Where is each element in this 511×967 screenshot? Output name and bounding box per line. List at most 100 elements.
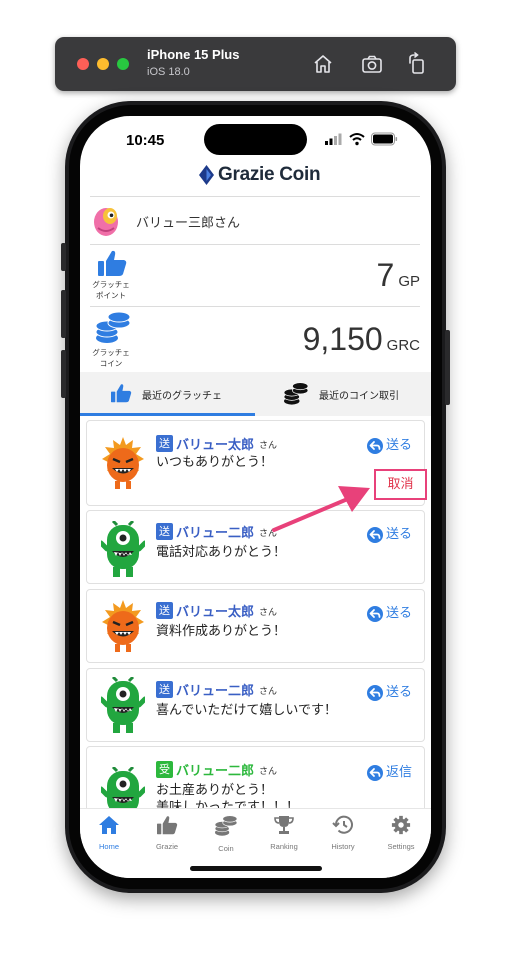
status-icons — [325, 132, 398, 146]
minimize-window-button[interactable] — [97, 58, 109, 70]
tab-home-label: Home — [98, 842, 119, 851]
sender-name: バリュー太郎 — [176, 438, 255, 453]
segment-tabs: 最近のグラッチェ 最近のコイン取引 — [80, 372, 431, 416]
send-badge: 送 — [156, 523, 173, 540]
simulator-toolbar: iPhone 15 Plus iOS 18.0 — [55, 37, 456, 91]
green-monster-avatar-icon — [101, 677, 145, 733]
tab-recent-grazie-label: 最近のグラッチェ — [142, 391, 222, 402]
trophy-icon — [274, 816, 294, 834]
screenshot-icon[interactable] — [360, 52, 384, 76]
san-suffix: さん — [259, 441, 278, 451]
gp-label-line1: グラッチェ — [92, 280, 130, 289]
power-button — [445, 330, 450, 405]
message-text: 資料作成ありがとう！ — [156, 624, 287, 639]
list-item[interactable]: 送 バリュー太郎 さん 資料作成ありがとう！ 送る — [86, 589, 425, 663]
coins-icon — [283, 382, 309, 405]
home-indicator[interactable] — [190, 866, 322, 871]
message-text-line2: 美味しかったです！！！ — [156, 800, 300, 808]
coins-icon — [214, 815, 238, 836]
gp-unit: GP — [398, 273, 420, 290]
reply-icon — [366, 764, 383, 781]
grazie-coin-logo-icon — [199, 165, 214, 185]
volume-down-button — [61, 350, 66, 398]
san-suffix: さん — [259, 687, 278, 697]
os-version: iOS 18.0 — [147, 66, 190, 78]
status-bar: 10:45 — [80, 116, 431, 162]
volume-up-button — [61, 290, 66, 338]
message-text-line1: お土産ありがとう！ — [156, 783, 274, 798]
tab-history[interactable]: History — [314, 815, 372, 851]
coin-label-line1: グラッチェ — [92, 348, 130, 357]
sender-name: バリュー二郎 — [176, 684, 255, 699]
user-name: バリュー三郎さん — [136, 216, 241, 231]
gp-label-line2: ポイント — [96, 291, 126, 300]
send-badge: 送 — [156, 681, 173, 698]
grazie-coin-row: グラッチェ コイン 9,150 GRC — [90, 309, 420, 371]
wifi-icon — [349, 133, 365, 146]
tab-settings[interactable]: Settings — [372, 815, 430, 851]
status-time: 10:45 — [126, 132, 165, 149]
list-item[interactable]: 送 バリュー二郎 さん 喜んでいただけて嬉しいです！ 送る — [86, 668, 425, 742]
tab-ranking-label: Ranking — [270, 842, 298, 851]
tab-grazie[interactable]: Grazie — [138, 815, 196, 851]
send-action-label: 送る — [385, 685, 412, 700]
reply-action-label: 返信 — [385, 765, 412, 780]
user-avatar-icon — [94, 208, 118, 236]
reply-icon — [366, 605, 383, 622]
device-name: iPhone 15 Plus — [147, 47, 240, 62]
battery-icon — [371, 132, 398, 146]
reply-icon — [366, 437, 383, 454]
orange-monster-avatar-icon — [102, 437, 144, 489]
thumbs-up-icon — [98, 250, 127, 276]
reply-icon — [366, 684, 383, 701]
send-badge: 送 — [156, 602, 173, 619]
sender-name: バリュー二郎 — [176, 764, 255, 779]
send-action-button[interactable]: 送る — [366, 681, 412, 701]
list-item[interactable]: 受 バリュー二郎 さん お土産ありがとう！ 美味しかったです！！！ 返信 — [86, 746, 425, 808]
thumbs-up-icon — [157, 816, 178, 835]
coin-label-line2: コイン — [99, 359, 123, 368]
coin-value: 9,150 GRC — [303, 321, 420, 358]
send-action-button[interactable]: 送る — [366, 602, 412, 622]
sender-name: バリュー太郎 — [176, 605, 255, 620]
tab-grazie-label: Grazie — [155, 842, 179, 851]
divider — [90, 306, 420, 307]
tab-recent-grazie[interactable]: 最近のグラッチェ — [80, 372, 255, 416]
coins-icon — [95, 311, 131, 343]
gp-value: 7 GP — [377, 257, 420, 294]
tab-home[interactable]: Home — [80, 815, 138, 851]
close-window-button[interactable] — [77, 58, 89, 70]
coin-number: 9,150 — [302, 321, 383, 357]
tab-ranking[interactable]: Ranking — [255, 815, 313, 851]
cancel-button[interactable]: 取消 — [374, 469, 427, 500]
thumbs-up-icon — [111, 384, 132, 403]
gp-number: 7 — [376, 257, 395, 293]
tab-coin-label: Coin — [218, 844, 234, 853]
orange-monster-avatar-icon — [102, 600, 144, 652]
reply-action-button[interactable]: 返信 — [366, 761, 412, 781]
san-suffix: さん — [259, 767, 278, 777]
send-action-label: 送る — [385, 527, 412, 542]
tab-recent-coin[interactable]: 最近のコイン取引 — [256, 372, 431, 416]
receive-badge: 受 — [156, 761, 173, 778]
green-monster-avatar-icon — [101, 521, 145, 577]
zoom-window-button[interactable] — [117, 58, 129, 70]
rotate-icon[interactable] — [405, 52, 429, 76]
app-header: Grazie Coin — [80, 162, 431, 196]
grazie-point-row: グラッチェ ポイント 7 GP — [90, 247, 420, 303]
message-text: いつもありがとう！ — [156, 455, 274, 470]
send-action-label: 送る — [385, 606, 412, 621]
send-action-label: 送る — [385, 438, 412, 453]
send-action-button[interactable]: 送る — [366, 434, 412, 454]
divider — [90, 196, 420, 197]
home-icon[interactable] — [311, 52, 335, 76]
tab-coin[interactable]: Coin — [197, 815, 255, 853]
tab-recent-coin-label: 最近のコイン取引 — [319, 391, 399, 402]
sender-name: バリュー二郎 — [176, 526, 255, 541]
divider — [90, 244, 420, 245]
gear-icon — [391, 815, 411, 835]
user-row: バリュー三郎さん — [90, 198, 420, 244]
tab-history-label: History — [331, 842, 355, 851]
signal-icon — [325, 133, 342, 145]
annotation-arrow-icon — [272, 486, 370, 532]
